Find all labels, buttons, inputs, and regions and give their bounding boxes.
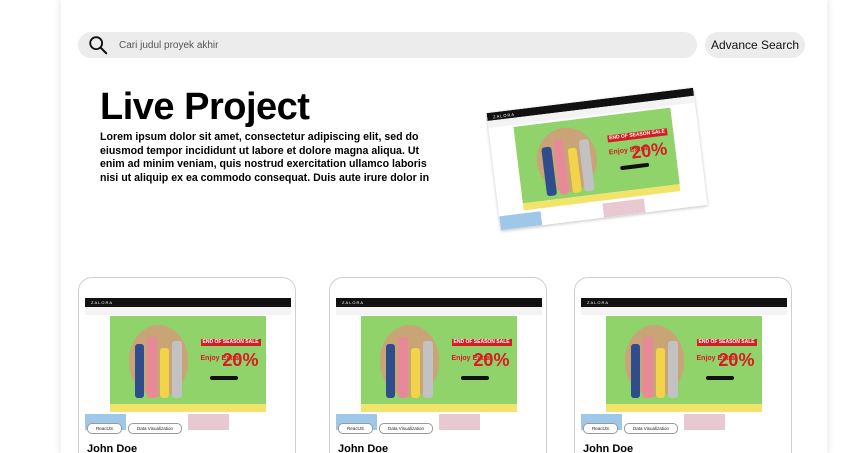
promo-percent: 20% [222,350,259,371]
project-thumbnail[interactable]: ZALORA END OF SEASON SALE Enjoy Extra 20… [581,298,787,430]
promo-badge: END OF SEASON SALE [200,339,261,347]
hero-description: Lorem ipsum dolor sit amet, consectetur … [100,131,430,184]
tag-chip[interactable]: ReactJS [87,423,123,434]
promo-badge: END OF SEASON SALE [696,339,757,347]
advance-search-button[interactable]: Advance Search [705,32,805,58]
promo-percent: 20% [718,350,755,371]
tag-chip[interactable]: Data Visualization [624,423,678,434]
page-title: Live Project [100,86,310,128]
project-thumbnail[interactable]: ZALORA END OF SEASON SALE Enjoy Extra 20… [85,298,291,430]
project-card[interactable]: ZALORA END OF SEASON SALE Enjoy Extra 20… [574,277,792,453]
tag-chip[interactable]: ReactJS [583,423,619,434]
project-thumbnail[interactable]: ZALORA END OF SEASON SALE Enjoy Extra 20… [336,298,542,430]
project-card[interactable]: ZALORA END OF SEASON SALE Enjoy Extra 20… [329,277,547,453]
project-card[interactable]: ZALORA END OF SEASON SALE Enjoy Extra 20… [78,277,296,453]
author-name: John Doe [338,443,389,453]
search-bar[interactable] [78,32,697,58]
author-name: John Doe [87,443,138,453]
author-name: John Doe [583,443,634,453]
promo-percent: 20% [630,138,669,163]
tag-chip[interactable]: Data Visualization [379,423,433,434]
preview-brand: ZALORA [85,298,291,308]
promo-percent: 20% [473,350,510,371]
hero-project-preview[interactable]: ZALORA END OF SEASON SALE Enjoy Extra 20… [486,87,708,231]
search-icon[interactable] [87,34,109,56]
tag-chip[interactable]: Data Visualization [128,423,182,434]
preview-brand: ZALORA [581,298,787,308]
preview-brand: ZALORA [336,298,542,308]
search-input[interactable] [119,39,659,51]
tag-chip[interactable]: ReactJS [338,423,374,434]
promo-badge: END OF SEASON SALE [451,339,512,347]
